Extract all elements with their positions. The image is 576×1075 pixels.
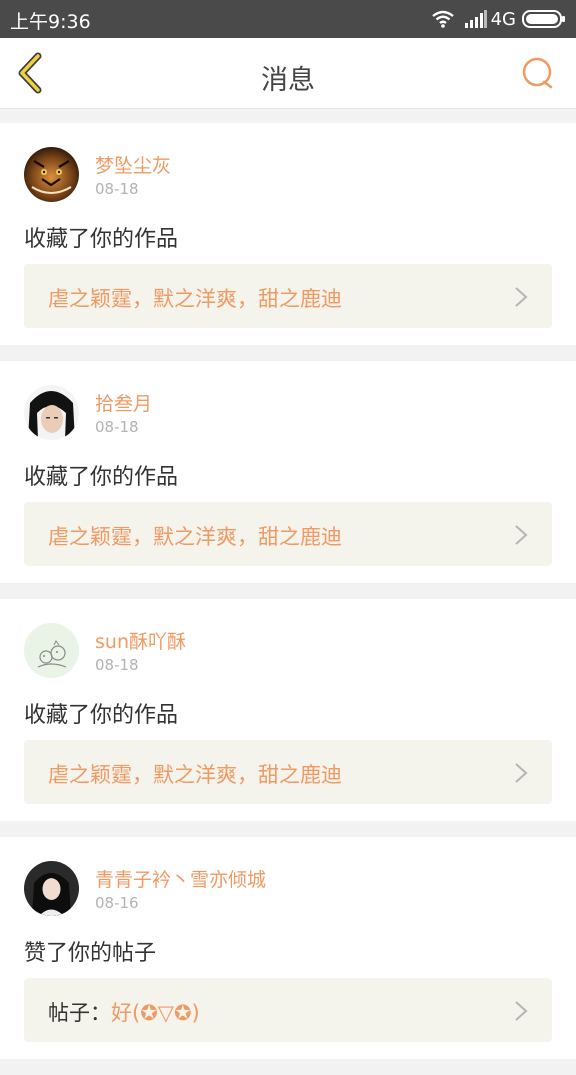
avatar[interactable]	[24, 861, 79, 916]
action-text: 赞了你的帖子	[24, 941, 157, 966]
avatar[interactable]	[24, 623, 79, 678]
search-icon	[522, 57, 553, 89]
nav-bar: 消息	[0, 38, 576, 109]
user-name[interactable]: 青青子衿丶雪亦倾城	[95, 865, 266, 892]
status-time: 上午9:36	[10, 11, 91, 33]
post-title-text: 好(✪▽✪)	[111, 1001, 200, 1025]
chevron-right-icon	[515, 525, 528, 545]
action-text: 收藏了你的作品	[24, 703, 179, 728]
network-type: 4G	[490, 8, 516, 30]
battery-icon	[522, 9, 566, 29]
post-title: 帖子：好(✪▽✪)	[48, 997, 200, 1027]
message-date: 08-16	[95, 894, 139, 912]
user-name[interactable]: 拾叁月	[95, 389, 152, 416]
status-icons: 4G	[431, 8, 566, 30]
wifi-icon	[431, 10, 455, 28]
message-card: sun酥吖酥 08-18 收藏了你的作品 虐之颖霆，默之洋爽，甜之鹿迪	[0, 599, 576, 821]
user-name[interactable]: sun酥吖酥	[95, 627, 186, 654]
message-card: 青青子衿丶雪亦倾城 08-16 赞了你的帖子 帖子：好(✪▽✪)	[0, 837, 576, 1059]
message-date: 08-18	[95, 418, 139, 436]
avatar[interactable]	[24, 385, 79, 440]
post-link[interactable]: 帖子：好(✪▽✪)	[24, 978, 552, 1042]
message-date: 08-18	[95, 180, 139, 198]
chevron-right-icon	[515, 287, 528, 307]
page-title: 消息	[261, 65, 315, 96]
work-link[interactable]: 虐之颖霆，默之洋爽，甜之鹿迪	[24, 502, 552, 566]
chevron-right-icon	[515, 763, 528, 783]
message-list: 梦坠尘灰 08-18 收藏了你的作品 虐之颖霆，默之洋爽，甜之鹿迪 拾叁月 08…	[0, 123, 576, 1075]
action-text: 收藏了你的作品	[24, 465, 179, 490]
message-date: 08-18	[95, 656, 139, 674]
action-text: 收藏了你的作品	[24, 227, 179, 252]
avatar[interactable]	[24, 147, 79, 202]
work-title: 虐之颖霆，默之洋爽，甜之鹿迪	[48, 763, 342, 787]
signal-icon	[464, 10, 487, 28]
work-link[interactable]: 虐之颖霆，默之洋爽，甜之鹿迪	[24, 740, 552, 804]
status-bar: 上午9:36 4G	[0, 0, 576, 38]
user-name[interactable]: 梦坠尘灰	[95, 151, 171, 178]
message-card: 拾叁月 08-18 收藏了你的作品 虐之颖霆，默之洋爽，甜之鹿迪	[0, 361, 576, 583]
post-prefix: 帖子：	[48, 1001, 111, 1025]
search-button[interactable]	[520, 56, 556, 92]
chevron-right-icon	[515, 1001, 528, 1021]
work-title: 虐之颖霆，默之洋爽，甜之鹿迪	[48, 287, 342, 311]
work-title: 虐之颖霆，默之洋爽，甜之鹿迪	[48, 525, 342, 549]
message-card: 梦坠尘灰 08-18 收藏了你的作品 虐之颖霆，默之洋爽，甜之鹿迪	[0, 123, 576, 345]
work-link[interactable]: 虐之颖霆，默之洋爽，甜之鹿迪	[24, 264, 552, 328]
